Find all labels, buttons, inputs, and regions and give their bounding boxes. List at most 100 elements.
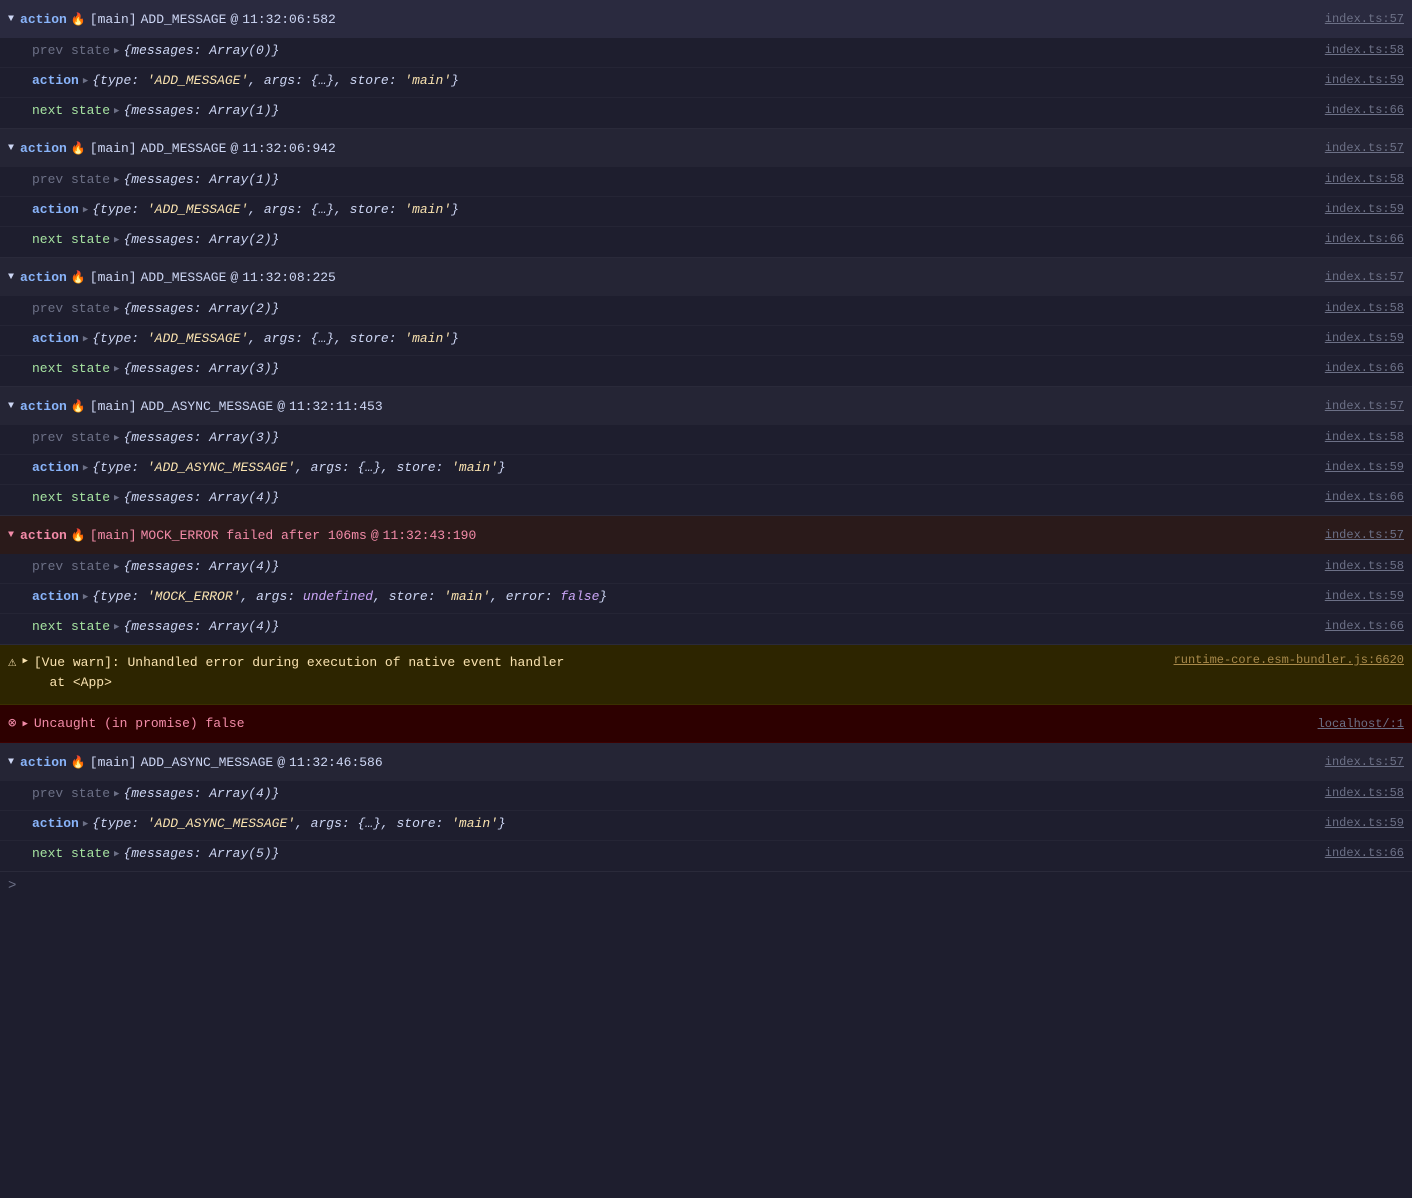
action-name-5: MOCK_ERROR failed after 106ms [141,528,367,543]
action-child-file-3[interactable]: index.ts:59 [1325,331,1404,345]
prev-state-file-1[interactable]: index.ts:58 [1325,43,1404,57]
next-state-file-6[interactable]: index.ts:66 [1325,846,1404,860]
action-header-4[interactable]: ▼ action 🔥 [main] ADD_ASYNC_MESSAGE @ 11… [0,387,1412,425]
child-chevron-action-1: ▶ [83,76,88,86]
child-chevron-next-1: ▶ [114,106,119,116]
action-child-file-5[interactable]: index.ts:59 [1325,589,1404,603]
action-header-5[interactable]: ▼ action 🔥 [main] MOCK_ERROR failed afte… [0,516,1412,554]
action-child-file-4[interactable]: index.ts:59 [1325,460,1404,474]
action-children-6: prev state ▶ {messages: Array(4)} index.… [0,781,1412,871]
next-state-file-5[interactable]: index.ts:66 [1325,619,1404,633]
action-child-content-3: {type: 'ADD_MESSAGE', args: {…}, store: … [92,331,459,346]
prev-state-file-6[interactable]: index.ts:58 [1325,786,1404,800]
uncaught-error-row: ⊗ ▶ Uncaught (in promise) false localhos… [0,705,1412,743]
prompt-symbol: > [8,878,16,894]
action-header-6[interactable]: ▼ action 🔥 [main] ADD_ASYNC_MESSAGE @ 11… [0,743,1412,781]
action-child-file-6[interactable]: index.ts:59 [1325,816,1404,830]
bolt-icon-2: 🔥 [71,141,86,156]
action-header-3[interactable]: ▼ action 🔥 [main] ADD_MESSAGE @ 11:32:08… [0,258,1412,296]
action-label-1: action [20,12,67,27]
chevron-icon-3: ▼ [8,272,14,283]
action-group-6: ▼ action 🔥 [main] ADD_ASYNC_MESSAGE @ 11… [0,743,1412,872]
child-left-prev-1: prev state ▶ {messages: Array(0)} [32,43,279,58]
next-state-label-4: next state [32,490,110,505]
child-chevron-action-6: ▶ [83,819,88,829]
child-chevron-prev-3: ▶ [114,304,119,314]
child-left-action-1: action ▶ {type: 'ADD_MESSAGE', args: {…}… [32,73,459,88]
action-child-content-4: {type: 'ADD_ASYNC_MESSAGE', args: {…}, s… [92,460,506,475]
bolt-icon-6: 🔥 [71,755,86,770]
action-at-4: @ [277,399,285,414]
action-child-file-2[interactable]: index.ts:59 [1325,202,1404,216]
file-link-2[interactable]: index.ts:57 [1325,141,1404,155]
next-state-label-3: next state [32,361,110,376]
action-children-4: prev state ▶ {messages: Array(3)} index.… [0,425,1412,515]
action-child-content-6: {type: 'ADD_ASYNC_MESSAGE', args: {…}, s… [92,816,506,831]
child-chevron-action-3: ▶ [83,334,88,344]
chevron-icon-1: ▼ [8,14,14,25]
action-child-content-2: {type: 'ADD_MESSAGE', args: {…}, store: … [92,202,459,217]
file-link-4[interactable]: index.ts:57 [1325,399,1404,413]
child-row-prev-4: prev state ▶ {messages: Array(3)} index.… [0,425,1412,455]
child-row-next-2: next state ▶ {messages: Array(2)} index.… [0,227,1412,257]
action-header-left-3: ▼ action 🔥 [main] ADD_MESSAGE @ 11:32:08… [8,270,336,285]
action-header-2[interactable]: ▼ action 🔥 [main] ADD_MESSAGE @ 11:32:06… [0,129,1412,167]
next-state-content-6: {messages: Array(5)} [123,846,279,861]
prev-state-content-6: {messages: Array(4)} [123,786,279,801]
action-header-1[interactable]: ▼ action 🔥 [main] ADD_MESSAGE @ 11:32:06… [0,0,1412,38]
next-state-content-3: {messages: Array(3)} [123,361,279,376]
prev-state-file-2[interactable]: index.ts:58 [1325,172,1404,186]
next-state-file-3[interactable]: index.ts:66 [1325,361,1404,375]
prev-state-file-3[interactable]: index.ts:58 [1325,301,1404,315]
warning-file-link[interactable]: runtime-core.esm-bundler.js:6620 [1174,653,1404,667]
action-at-5: @ [371,528,379,543]
next-state-file-4[interactable]: index.ts:66 [1325,490,1404,504]
child-chevron-next-5: ▶ [114,622,119,632]
child-row-next-5: next state ▶ {messages: Array(4)} index.… [0,614,1412,644]
action-group-4: ▼ action 🔥 [main] ADD_ASYNC_MESSAGE @ 11… [0,387,1412,516]
prev-state-file-5[interactable]: index.ts:58 [1325,559,1404,573]
store-tag-6: [main] [90,755,137,770]
file-link-6[interactable]: index.ts:57 [1325,755,1404,769]
warning-text: [Vue warn]: Unhandled error during execu… [34,653,565,692]
file-link-1[interactable]: index.ts:57 [1325,12,1404,26]
child-row-next-3: next state ▶ {messages: Array(3)} index.… [0,356,1412,386]
action-header-left-2: ▼ action 🔥 [main] ADD_MESSAGE @ 11:32:06… [8,141,336,156]
action-label-4: action [20,399,67,414]
prev-state-label-2: prev state [32,172,110,187]
action-group-1: ▼ action 🔥 [main] ADD_MESSAGE @ 11:32:06… [0,0,1412,129]
warn-chevron-icon: ▶ [22,656,27,666]
action-child-file-1[interactable]: index.ts:59 [1325,73,1404,87]
child-chevron-action-2: ▶ [83,205,88,215]
next-state-file-2[interactable]: index.ts:66 [1325,232,1404,246]
file-link-3[interactable]: index.ts:57 [1325,270,1404,284]
next-state-file-1[interactable]: index.ts:66 [1325,103,1404,117]
action-child-label-6: action [32,816,79,831]
child-chevron-action-4: ▶ [83,463,88,473]
action-label-5: action [20,528,67,543]
prev-state-label-3: prev state [32,301,110,316]
action-child-label-4: action [32,460,79,475]
child-chevron-next-4: ▶ [114,493,119,503]
warning-row: ⚠ ▶ [Vue warn]: Unhandled error during e… [0,645,1412,705]
store-tag-1: [main] [90,12,137,27]
child-row-action-1: action ▶ {type: 'ADD_MESSAGE', args: {…}… [0,68,1412,98]
chevron-icon-6: ▼ [8,757,14,768]
child-row-prev-5: prev state ▶ {messages: Array(4)} index.… [0,554,1412,584]
action-name-6: ADD_ASYNC_MESSAGE [141,755,274,770]
timestamp-3: 11:32:08:225 [242,270,336,285]
prev-state-file-4[interactable]: index.ts:58 [1325,430,1404,444]
child-chevron-prev-5: ▶ [114,562,119,572]
action-child-label-1: action [32,73,79,88]
child-chevron-next-3: ▶ [114,364,119,374]
prompt-row[interactable]: > [0,872,1412,900]
file-link-5[interactable]: index.ts:57 [1325,528,1404,542]
uncaught-error-text: Uncaught (in promise) false [34,716,245,731]
action-name-2: ADD_MESSAGE [141,141,227,156]
prev-state-label-5: prev state [32,559,110,574]
action-label-2: action [20,141,67,156]
uncaught-file-link[interactable]: localhost/:1 [1318,717,1404,731]
child-row-action-6: action ▶ {type: 'ADD_ASYNC_MESSAGE', arg… [0,811,1412,841]
prev-state-content-1: {messages: Array(0)} [123,43,279,58]
action-name-3: ADD_MESSAGE [141,270,227,285]
